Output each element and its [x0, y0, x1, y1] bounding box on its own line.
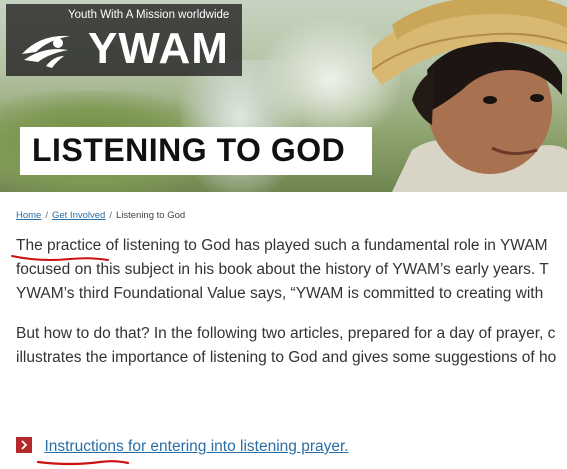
breadcrumb-current: Listening to God	[115, 210, 186, 221]
breadcrumb: Home / Get Involved / Listening to God	[16, 210, 185, 221]
paragraph-line: illustrates the importance of listening …	[16, 349, 557, 366]
instructions-listening-prayer-link[interactable]: Instructions for entering into listening…	[44, 438, 348, 455]
breadcrumb-home-link[interactable]: Home	[16, 210, 41, 221]
paragraph-line: But how to do that? In the following two…	[16, 325, 556, 342]
hero-banner: Youth With A Mission worldwide YWAM LIST…	[0, 0, 567, 192]
chevron-right-icon[interactable]	[16, 437, 32, 453]
ywam-logo-icon	[22, 35, 70, 68]
page-title-box: LISTENING TO GOD	[20, 127, 372, 175]
article-link-row: Instructions for entering into listening…	[16, 437, 349, 460]
paragraph-line: The practice of listening to God has pla…	[16, 237, 548, 254]
breadcrumb-separator: /	[45, 210, 48, 221]
ywam-logo[interactable]: Youth With A Mission worldwide YWAM	[6, 4, 242, 76]
breadcrumb-separator: /	[109, 210, 112, 221]
paragraph-line: YWAM’s third Foundational Value says, “Y…	[16, 285, 544, 302]
intro-paragraph: The practice of listening to God has pla…	[16, 234, 549, 306]
paragraph-line: focused on this subject in his book abou…	[16, 261, 549, 278]
hero-photo-person	[372, 0, 567, 192]
second-paragraph: But how to do that? In the following two…	[16, 322, 556, 370]
page-title: LISTENING TO GOD	[32, 132, 346, 168]
breadcrumb-get-involved-link[interactable]: Get Involved	[52, 210, 105, 221]
logo-tagline: Youth With A Mission worldwide	[68, 9, 230, 21]
underline-annotation	[36, 460, 130, 466]
logo-wordmark: YWAM	[88, 24, 229, 73]
